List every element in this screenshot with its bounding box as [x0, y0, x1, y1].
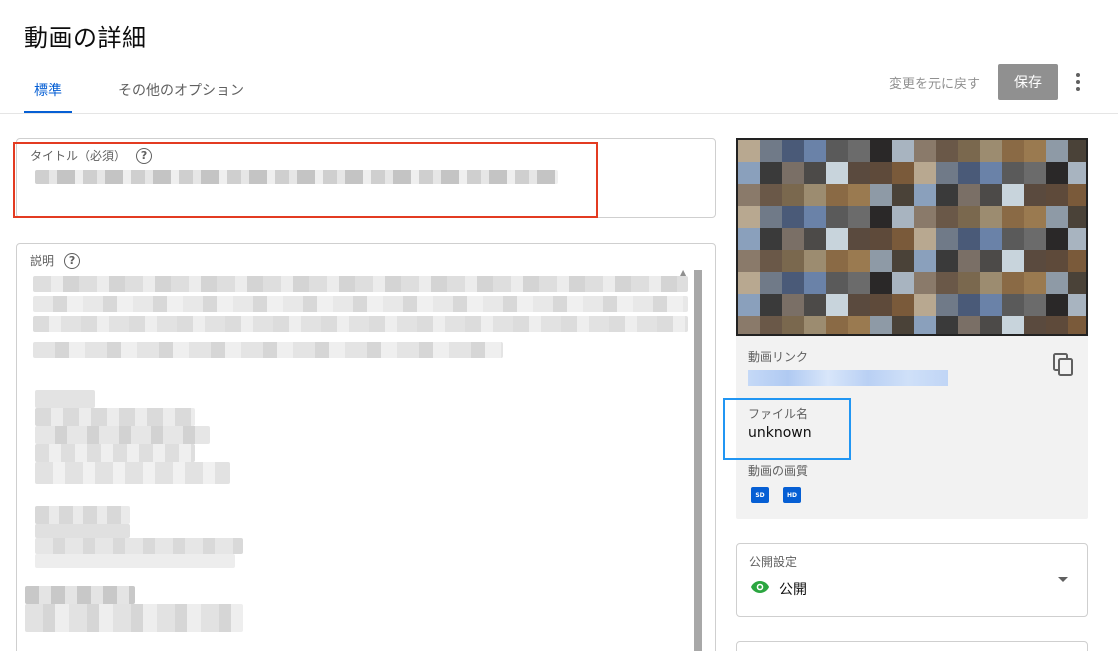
eye-icon [751, 581, 769, 593]
page-title: 動画の詳細 [24, 24, 147, 52]
video-link-label: 動画リンク [748, 350, 809, 364]
hd-badge: HD [783, 487, 801, 503]
tab-more-options[interactable]: その他のオプション [118, 72, 244, 114]
sd-badge: SD [751, 487, 769, 503]
description-scrollbar[interactable] [694, 270, 702, 651]
description-label: 説明 ? [30, 252, 81, 269]
description-label-text: 説明 [30, 254, 55, 268]
help-icon[interactable]: ? [64, 252, 81, 269]
more-vert-icon[interactable] [1068, 70, 1088, 94]
description-blur-line [33, 316, 688, 332]
save-button[interactable]: 保存 [998, 64, 1058, 100]
header-divider [0, 113, 1118, 114]
visibility-label: 公開設定 [749, 555, 798, 569]
visibility-select[interactable]: 公開設定 公開 [736, 543, 1088, 617]
description-blur-line [33, 342, 503, 358]
video-details-page: 動画の詳細 標準 その他のオプション 変更を元に戻す 保存 タイトル（必須） ?… [0, 0, 1118, 651]
description-blur-line [25, 604, 243, 632]
scroll-up-marker: ▲ [680, 268, 687, 277]
description-blur-line [35, 426, 210, 444]
description-blur-line [35, 462, 230, 484]
description-blur-line [35, 524, 130, 538]
tab-bar: 標準 その他のオプション [24, 72, 290, 114]
description-blur-line [35, 538, 243, 554]
video-thumbnail[interactable] [736, 138, 1088, 336]
next-field-box[interactable] [736, 641, 1088, 651]
description-blur-line [33, 276, 688, 292]
thumbnail-pixels [738, 140, 1086, 334]
header-actions: 変更を元に戻す 保存 [889, 64, 1088, 100]
description-blur-line [35, 408, 195, 426]
tab-basic[interactable]: 標準 [24, 72, 72, 114]
copy-icon[interactable] [1052, 352, 1076, 378]
video-link-blurred[interactable] [748, 370, 948, 386]
description-blur-line [25, 586, 135, 604]
description-blur-line [35, 444, 195, 462]
title-highlight [13, 142, 598, 218]
description-blur-line [35, 390, 95, 408]
description-field[interactable]: 説明 ? [16, 243, 716, 651]
description-blur-line [33, 296, 688, 312]
description-blur-line [35, 506, 130, 524]
description-blur-line [35, 554, 235, 568]
dropdown-arrow-icon [1058, 577, 1068, 582]
undo-changes-button[interactable]: 変更を元に戻す [889, 73, 980, 92]
file-name-highlight [723, 398, 851, 460]
video-quality-label: 動画の画質 [748, 464, 809, 478]
visibility-value: 公開 [779, 582, 807, 598]
